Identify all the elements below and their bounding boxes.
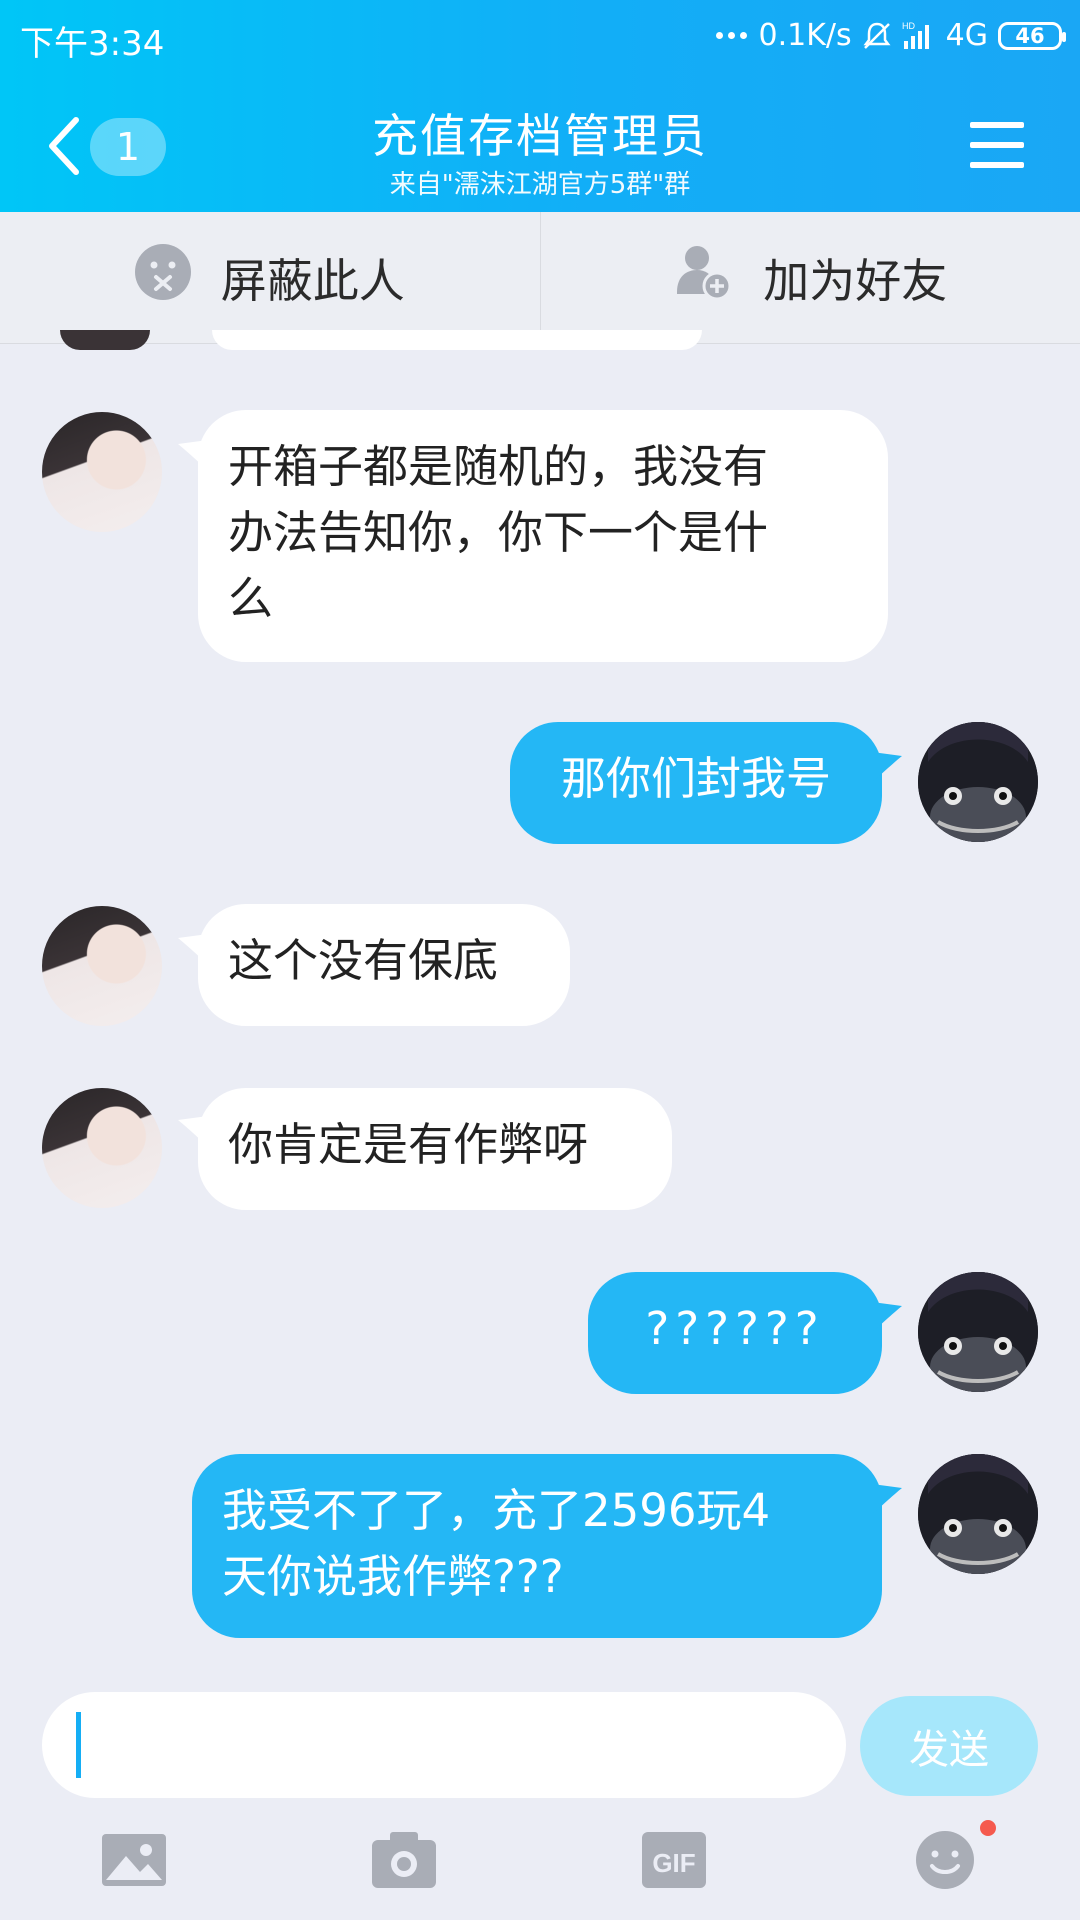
page-subtitle: 来自"濡沫江湖官方5群"群 bbox=[389, 170, 691, 200]
mute-bell-icon bbox=[862, 21, 892, 51]
status-time: 下午3:34 bbox=[20, 24, 165, 64]
more-dots-icon bbox=[715, 32, 747, 39]
message-line: 开箱子都是随机的，我没有 bbox=[228, 440, 769, 493]
bubble-tail bbox=[872, 752, 902, 782]
message-bubble[interactable]: 这个没有保底 bbox=[198, 904, 570, 1026]
message-line: 我受不了了，充了2596玩4 bbox=[222, 1484, 771, 1537]
network-type: 4G bbox=[945, 18, 988, 53]
avatar[interactable] bbox=[918, 1454, 1038, 1574]
block-icon bbox=[134, 244, 191, 311]
message-line: 办法告知你，你下一个是什 bbox=[228, 506, 769, 559]
menu-icon[interactable] bbox=[970, 122, 1024, 168]
avatar[interactable] bbox=[42, 412, 162, 532]
message-bubble[interactable]: 那你们封我号 bbox=[510, 722, 882, 844]
avatar[interactable] bbox=[918, 1272, 1038, 1392]
block-user-label: 屏蔽此人 bbox=[220, 253, 405, 308]
totoro-avatar-icon bbox=[918, 1454, 1038, 1574]
add-friend-icon bbox=[673, 242, 733, 313]
message-line: 天你说我作弊??? bbox=[222, 1550, 564, 1603]
text-caret bbox=[76, 1712, 81, 1778]
action-bar: 屏蔽此人 加为好友 bbox=[0, 212, 1080, 344]
bubble-tail bbox=[872, 1484, 902, 1514]
message-bubble[interactable]: 开箱子都是随机的，我没有 办法告知你，你下一个是什 么 bbox=[198, 410, 888, 662]
notification-dot bbox=[980, 1820, 996, 1836]
add-friend-label: 加为好友 bbox=[763, 253, 948, 308]
message-bubble-partial bbox=[212, 330, 702, 350]
svg-text:HD: HD bbox=[902, 21, 915, 31]
add-friend-button[interactable]: 加为好友 bbox=[539, 212, 1080, 343]
message-bubble[interactable]: 你肯定是有作弊呀 bbox=[198, 1088, 672, 1210]
emoji-icon[interactable] bbox=[910, 1830, 980, 1890]
status-bar: 下午3:34 0.1K/s HD 4G 46 bbox=[0, 0, 1080, 76]
camera-icon[interactable] bbox=[370, 1830, 440, 1890]
message-line: ?????? bbox=[645, 1302, 825, 1355]
top-header: 下午3:34 0.1K/s HD 4G 46 1 充值存档管理员 来自"濡沫江湖… bbox=[0, 0, 1080, 212]
avatar bbox=[60, 330, 150, 350]
message-line: 这个没有保底 bbox=[228, 934, 499, 987]
block-user-button[interactable]: 屏蔽此人 bbox=[0, 212, 540, 343]
bubble-tail bbox=[872, 1302, 902, 1332]
image-icon[interactable] bbox=[100, 1830, 170, 1890]
totoro-avatar-icon bbox=[918, 1272, 1038, 1392]
avatar[interactable] bbox=[42, 906, 162, 1026]
gif-icon[interactable]: GIF bbox=[640, 1830, 710, 1890]
message-bubble[interactable]: ?????? bbox=[588, 1272, 882, 1394]
send-button[interactable]: 发送 bbox=[860, 1696, 1038, 1796]
avatar[interactable] bbox=[42, 1088, 162, 1208]
totoro-avatar-icon bbox=[918, 722, 1038, 842]
message-input[interactable] bbox=[42, 1692, 846, 1798]
status-right: 0.1K/s HD 4G 46 bbox=[715, 18, 1066, 53]
message-line: 你肯定是有作弊呀 bbox=[228, 1118, 589, 1171]
gif-label: GIF bbox=[652, 1848, 695, 1878]
page-title: 充值存档管理员 bbox=[372, 109, 708, 163]
battery-level: 46 bbox=[1015, 23, 1045, 48]
signal-icon: HD bbox=[902, 21, 936, 51]
message-bubble[interactable]: 我受不了了，充了2596玩4 天你说我作弊??? bbox=[192, 1454, 882, 1638]
message-line: 么 bbox=[228, 572, 274, 625]
message-line: 那你们封我号 bbox=[560, 752, 831, 805]
battery-icon: 46 bbox=[998, 21, 1066, 50]
network-speed: 0.1K/s bbox=[758, 18, 852, 53]
avatar[interactable] bbox=[918, 722, 1038, 842]
